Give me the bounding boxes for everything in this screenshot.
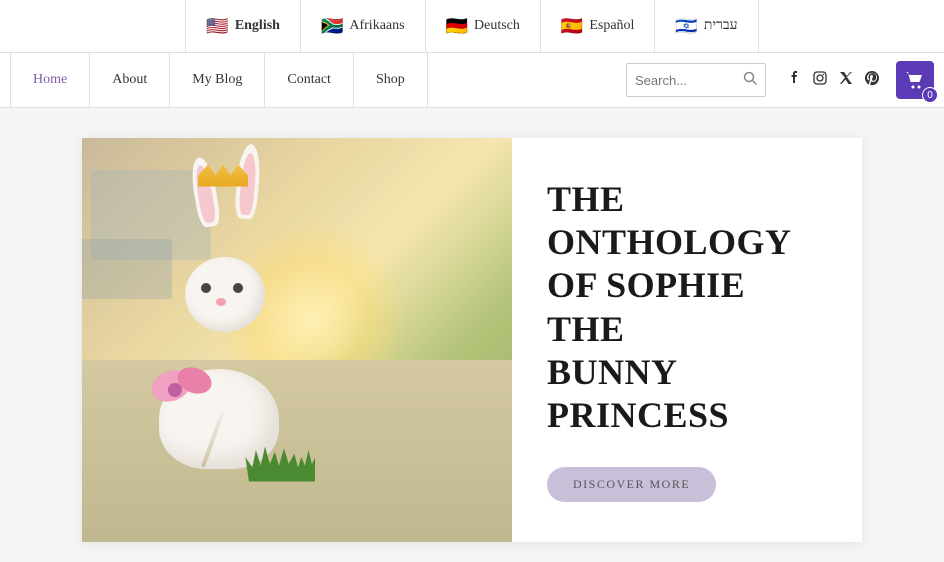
instagram-icon[interactable] (812, 70, 828, 91)
lang-espanol[interactable]: 🇪🇸 Español (541, 0, 656, 52)
nav-shop[interactable]: Shop (354, 53, 428, 108)
navigation-bar: Home About My Blog Contact Shop (0, 53, 944, 108)
hero-title-line3: BUNNY PRINCESS (547, 352, 729, 435)
pinterest-icon[interactable] (864, 70, 880, 91)
discover-more-button[interactable]: DISCOVER MORE (547, 467, 716, 502)
lang-hebrew[interactable]: 🇮🇱 עברית (655, 0, 758, 52)
flag-afrikaans: 🇿🇦 (321, 16, 343, 37)
nav-contact[interactable]: Contact (265, 53, 354, 108)
lang-label-afrikaans: Afrikaans (349, 18, 404, 34)
twitter-icon[interactable] (838, 70, 854, 91)
hero-image (82, 138, 512, 542)
facebook-icon[interactable] (786, 70, 802, 91)
search-icon (743, 71, 757, 90)
lang-label-espanol: Español (589, 18, 634, 34)
hero-card: THE ONTHOLOGY OF SOPHIE THE BUNNY PRINCE… (82, 138, 862, 542)
lang-english[interactable]: 🇺🇸 English (185, 0, 301, 52)
bunny-scene (82, 138, 512, 542)
flag-english: 🇺🇸 (206, 16, 228, 37)
search-input[interactable] (635, 73, 739, 88)
flag-deutsch: 🇩🇪 (446, 16, 468, 37)
nav-links: Home About My Blog Contact Shop (10, 53, 616, 108)
flag-espanol: 🇪🇸 (561, 16, 583, 37)
hero-text: THE ONTHOLOGY OF SOPHIE THE BUNNY PRINCE… (512, 138, 862, 542)
lang-label-english: English (235, 18, 280, 34)
lang-deutsch[interactable]: 🇩🇪 Deutsch (426, 0, 541, 52)
cart-button[interactable]: 0 (896, 61, 934, 99)
flag-hebrew: 🇮🇱 (675, 16, 697, 37)
lang-afrikaans[interactable]: 🇿🇦 Afrikaans (301, 0, 426, 52)
cart-badge: 0 (922, 87, 938, 103)
nav-home[interactable]: Home (10, 53, 90, 108)
search-box[interactable] (626, 63, 766, 97)
lang-label-hebrew: עברית (704, 18, 738, 34)
lang-label-deutsch: Deutsch (474, 18, 520, 34)
nav-about[interactable]: About (90, 53, 170, 108)
nav-myblog[interactable]: My Blog (170, 53, 265, 108)
hero-title-line1: THE ONTHOLOGY (547, 179, 792, 262)
social-icons (786, 70, 880, 91)
hero-title-line2: OF SOPHIE THE (547, 265, 745, 348)
language-bar: 🇺🇸 English 🇿🇦 Afrikaans 🇩🇪 Deutsch 🇪🇸 Es… (0, 0, 944, 53)
hero-section: THE ONTHOLOGY OF SOPHIE THE BUNNY PRINCE… (0, 108, 944, 562)
hero-title: THE ONTHOLOGY OF SOPHIE THE BUNNY PRINCE… (547, 178, 827, 437)
